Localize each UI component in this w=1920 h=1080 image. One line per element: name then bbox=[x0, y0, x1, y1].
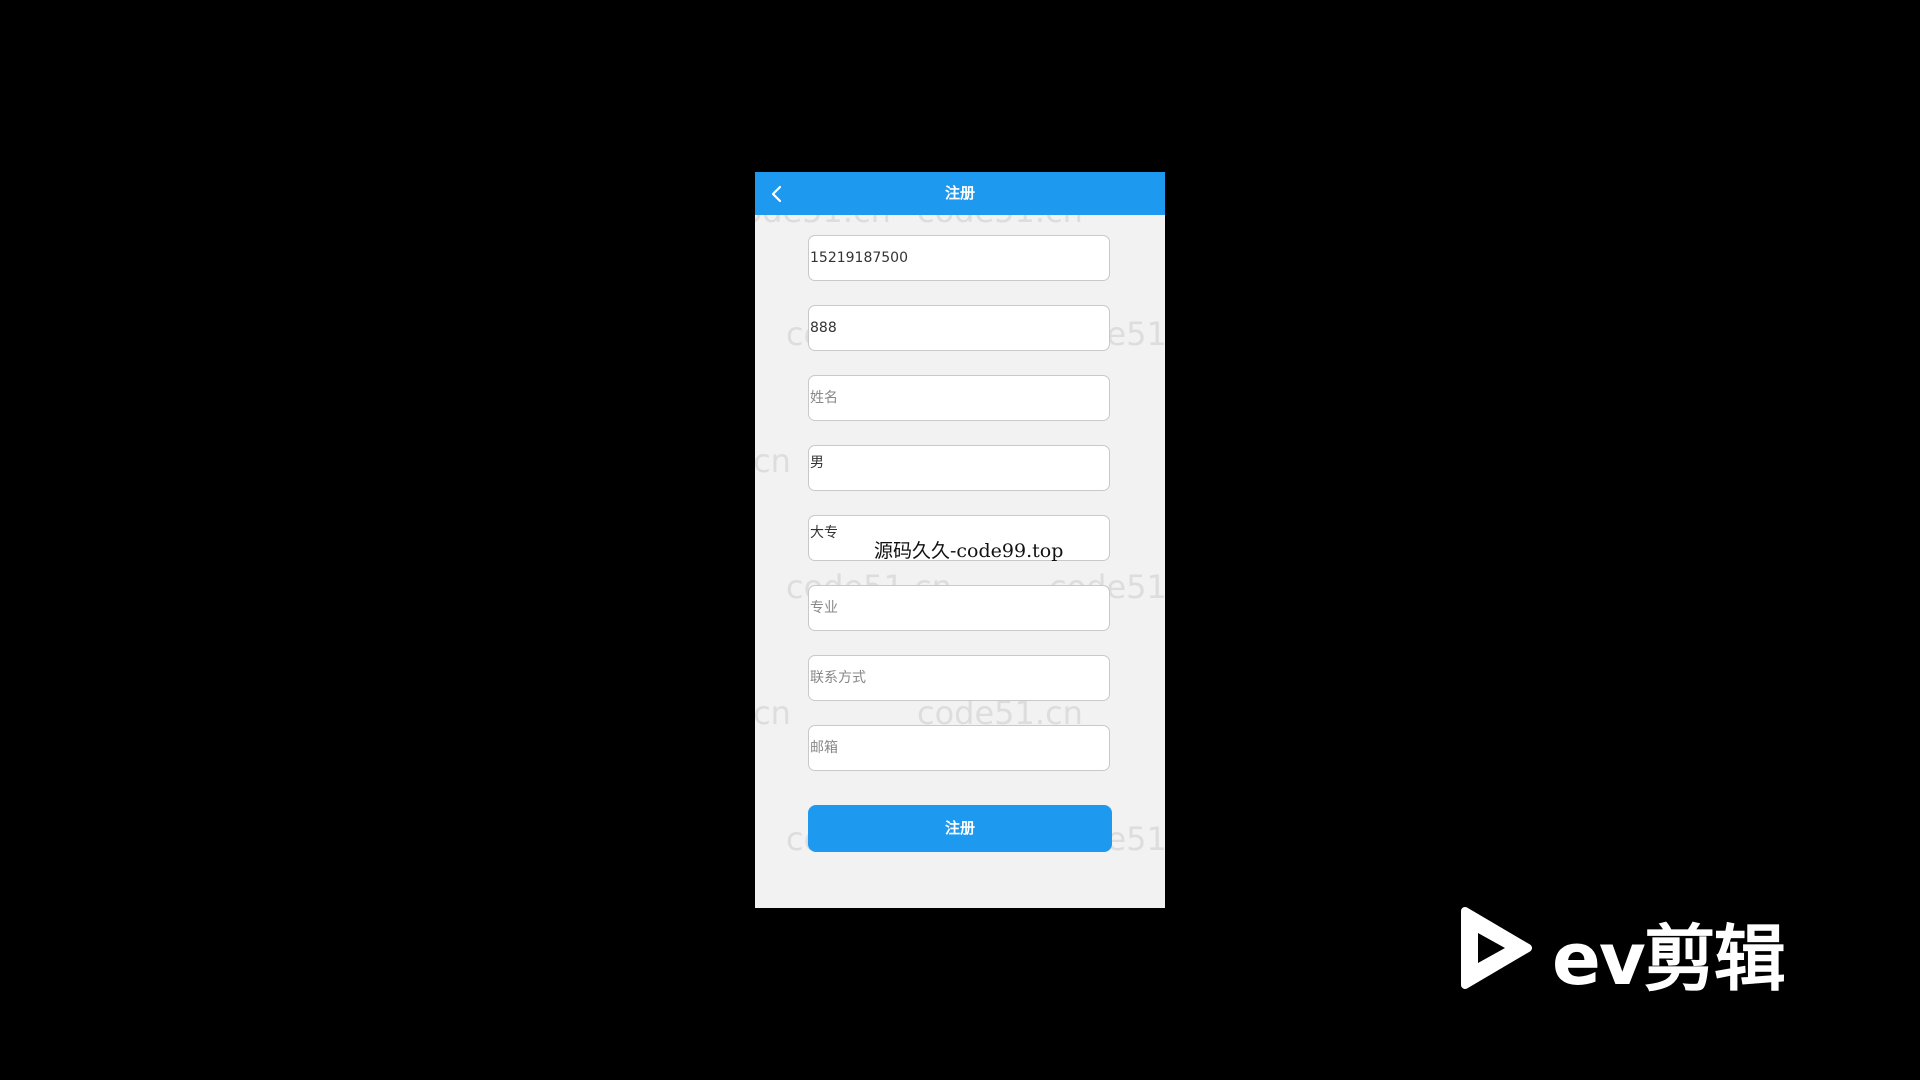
education-select-value: 大专 bbox=[810, 525, 838, 541]
password-input[interactable] bbox=[810, 306, 1100, 350]
gender-select-value: 男 bbox=[810, 455, 824, 471]
watermark: code51.cn bbox=[755, 442, 791, 480]
page-title: 注册 bbox=[944, 184, 975, 202]
gender-select[interactable]: 男 bbox=[808, 445, 1110, 491]
ev-logo-play-icon bbox=[1461, 907, 1532, 989]
register-form: 男 大专 bbox=[808, 235, 1112, 795]
email-field-box bbox=[808, 725, 1110, 771]
register-button[interactable]: 注册 bbox=[808, 805, 1112, 852]
screen: code51.cn code51.cn code51.cn code51.cn … bbox=[0, 0, 1920, 1080]
email-input[interactable] bbox=[810, 726, 1100, 770]
contact-input[interactable] bbox=[810, 656, 1100, 700]
name-field-box bbox=[808, 375, 1110, 421]
overlay-caption: 源码久久-code99.top bbox=[874, 540, 1064, 562]
name-input[interactable] bbox=[810, 376, 1100, 420]
app-header: 注册 bbox=[755, 172, 1165, 215]
ev-logo-text: ev剪辑 bbox=[1552, 917, 1786, 1001]
phone-input[interactable] bbox=[810, 236, 1100, 280]
contact-field-box bbox=[808, 655, 1110, 701]
major-field-box bbox=[808, 585, 1110, 631]
major-input[interactable] bbox=[810, 586, 1100, 630]
watermark: code51.cn bbox=[755, 694, 791, 732]
password-field-box bbox=[808, 305, 1110, 351]
phone-field-box bbox=[808, 235, 1110, 281]
